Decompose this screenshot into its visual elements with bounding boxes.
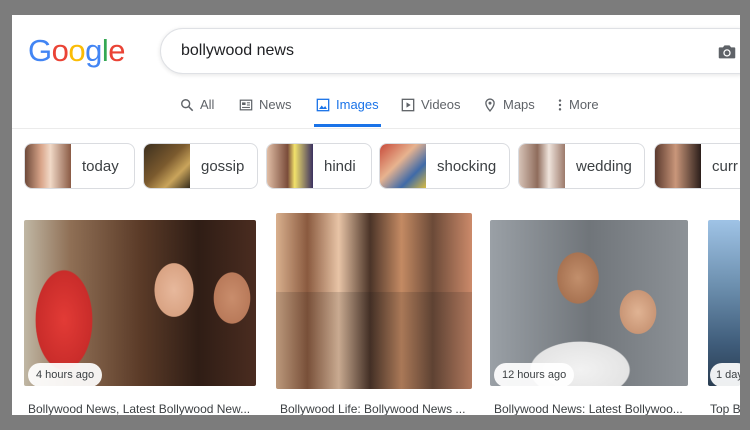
chip-thumbnail xyxy=(267,144,313,188)
chip-today[interactable]: today xyxy=(24,143,135,189)
tab-label: All xyxy=(200,97,215,112)
image-icon xyxy=(316,98,330,112)
logo-letter: G xyxy=(28,33,52,68)
logo-letter: o xyxy=(68,33,86,68)
search-input[interactable]: bollywood news xyxy=(181,42,294,60)
chip-thumbnail xyxy=(380,144,426,188)
chip-label: shocking xyxy=(437,158,497,175)
chip-thumbnail xyxy=(519,144,565,188)
logo-letter: e xyxy=(108,33,126,68)
browser-viewport: Google bollywood news All News Images Vi… xyxy=(12,15,740,415)
chip-thumbnail xyxy=(655,144,701,188)
result-thumbnail[interactable] xyxy=(708,220,740,386)
search-tabs: All News Images Videos Maps More xyxy=(12,85,740,129)
news-icon xyxy=(239,99,253,111)
tab-label: Images xyxy=(336,97,379,112)
chip-hindi[interactable]: hindi xyxy=(266,143,372,189)
chip-gossip[interactable]: gossip xyxy=(143,143,258,189)
search-icon xyxy=(181,99,194,112)
tab-label: More xyxy=(569,97,599,112)
chip-label: gossip xyxy=(201,158,245,175)
time-badge: 12 hours ago xyxy=(494,363,575,387)
result-thumbnail[interactable] xyxy=(490,220,688,386)
time-badge: 4 hours ago xyxy=(28,363,103,387)
play-icon xyxy=(401,98,415,112)
result-thumbnail[interactable] xyxy=(276,213,472,389)
search-box[interactable]: bollywood news xyxy=(160,28,740,74)
result-title[interactable]: Bollywood Life: Bollywood News ... xyxy=(280,402,465,415)
chip-shocking[interactable]: shocking xyxy=(379,143,510,189)
result-title[interactable]: Bollywood News, Latest Bollywood New... xyxy=(28,402,250,415)
result-thumbnail[interactable] xyxy=(24,220,256,386)
tab-news[interactable]: News xyxy=(239,97,292,127)
chip-label: today xyxy=(82,158,119,175)
result-title[interactable]: Top B xyxy=(710,402,740,415)
chip-thumbnail xyxy=(144,144,190,188)
chip-wedding[interactable]: wedding xyxy=(518,143,645,189)
chip-curr[interactable]: curr xyxy=(654,143,740,189)
tab-all[interactable]: All xyxy=(180,97,214,127)
logo-letter: g xyxy=(85,33,102,68)
tab-label: Videos xyxy=(421,97,461,112)
result-title[interactable]: Bollywood News: Latest Bollywoo... xyxy=(494,402,683,415)
google-logo[interactable]: Google xyxy=(28,33,126,69)
tab-label: News xyxy=(259,97,292,112)
tab-label: Maps xyxy=(503,97,535,112)
chip-label: hindi xyxy=(324,158,356,175)
logo-letter: o xyxy=(51,33,69,68)
camera-icon[interactable] xyxy=(716,41,738,63)
more-vertical-icon xyxy=(558,99,562,111)
tab-more[interactable]: More xyxy=(556,97,599,127)
time-badge: 1 day xyxy=(710,363,740,387)
map-pin-icon xyxy=(485,98,495,112)
chip-thumbnail xyxy=(25,144,71,188)
chip-label: curr xyxy=(712,158,738,175)
tab-maps[interactable]: Maps xyxy=(483,97,535,127)
tab-videos[interactable]: Videos xyxy=(401,97,461,127)
tab-images[interactable]: Images xyxy=(314,97,381,127)
chip-label: wedding xyxy=(576,158,632,175)
